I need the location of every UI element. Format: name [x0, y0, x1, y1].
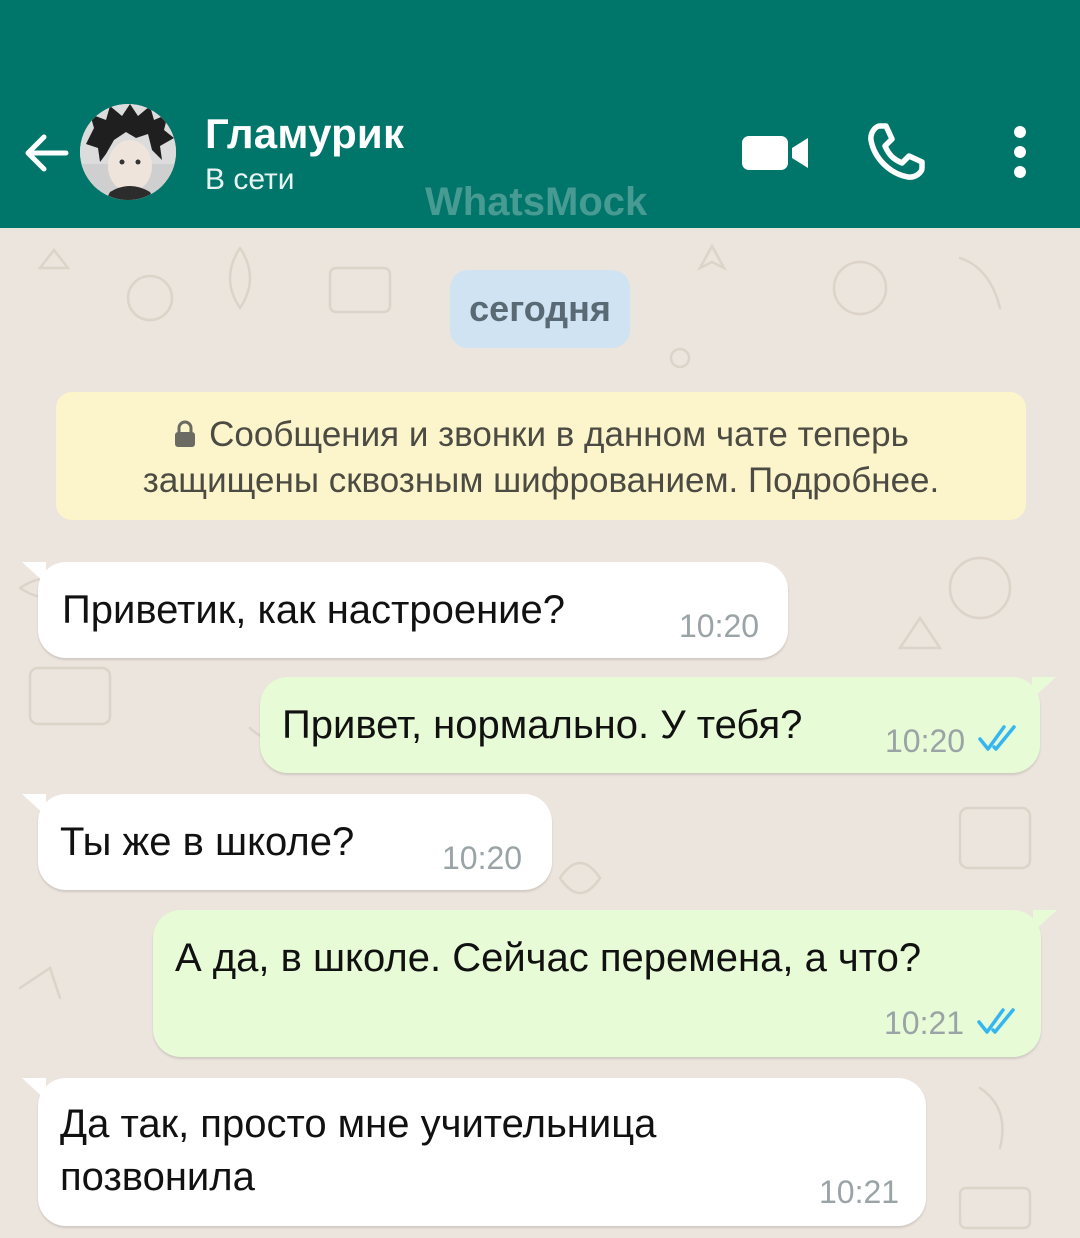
message-text: А да, в школе. Сейчас перемена, а что? — [175, 936, 922, 980]
lock-icon — [175, 420, 196, 447]
bubble-tail — [22, 562, 46, 584]
read-ticks-icon — [977, 1008, 1015, 1034]
bubble-tail — [1033, 910, 1057, 932]
encryption-notice[interactable]: Сообщения и звонки в данном чате теперь … — [56, 392, 1026, 520]
video-camera-icon[interactable] — [740, 126, 810, 180]
message-time: 10:20 — [885, 723, 966, 759]
message-text: Привет, нормально. У тебя? — [282, 703, 803, 747]
more-vertical-icon[interactable] — [1000, 122, 1040, 182]
message-time: 10:21 — [819, 1174, 900, 1210]
chat-area[interactable]: сегодня Сообщения и звонки в данном чате… — [0, 228, 1080, 1238]
message-text-line1: Да так, просто мне учительница — [60, 1102, 657, 1146]
encryption-text-1: Сообщения и звонки в данном чате теперь — [209, 415, 909, 454]
contact-status: В сети — [205, 163, 295, 196]
message-outgoing[interactable]: А да, в школе. Сейчас перемена, а что? 1… — [153, 910, 1057, 1057]
message-time: 10:20 — [442, 840, 523, 876]
message-incoming[interactable]: Ты же в школе? 10:20 — [22, 794, 552, 890]
avatar-photo — [80, 104, 176, 200]
message-incoming[interactable]: Приветик, как настроение? 10:20 — [22, 562, 788, 658]
encryption-notice-line1: Сообщения и звонки в данном чате теперь — [56, 412, 1026, 458]
message-outgoing[interactable]: Привет, нормально. У тебя? 10:20 — [260, 677, 1056, 773]
bubble-tail — [1032, 677, 1056, 699]
contact-name[interactable]: Гламурик — [205, 110, 404, 158]
message-text: Ты же в школе? — [60, 820, 355, 864]
bubble-tail — [22, 1078, 46, 1100]
message-text: Приветик, как настроение? — [62, 588, 566, 632]
date-separator: сегодня — [450, 270, 630, 348]
bubble-tail — [22, 794, 46, 816]
arrow-left-icon[interactable] — [20, 127, 72, 179]
message-text-line2: позвонила — [60, 1155, 255, 1199]
message-time: 10:20 — [679, 608, 760, 644]
watermark: WhatsMock — [425, 180, 648, 224]
phone-icon[interactable] — [866, 122, 926, 182]
message-time: 10:21 — [884, 1005, 965, 1041]
chat-header: Гламурик В сети WhatsMock — [0, 0, 1080, 228]
avatar[interactable] — [80, 104, 176, 200]
message-incoming[interactable]: Да так, просто мне учительница позвонила… — [22, 1078, 926, 1226]
encryption-notice-line2: защищены сквозным шифрованием. Подробнее… — [142, 461, 940, 500]
read-ticks-icon — [978, 725, 1016, 751]
